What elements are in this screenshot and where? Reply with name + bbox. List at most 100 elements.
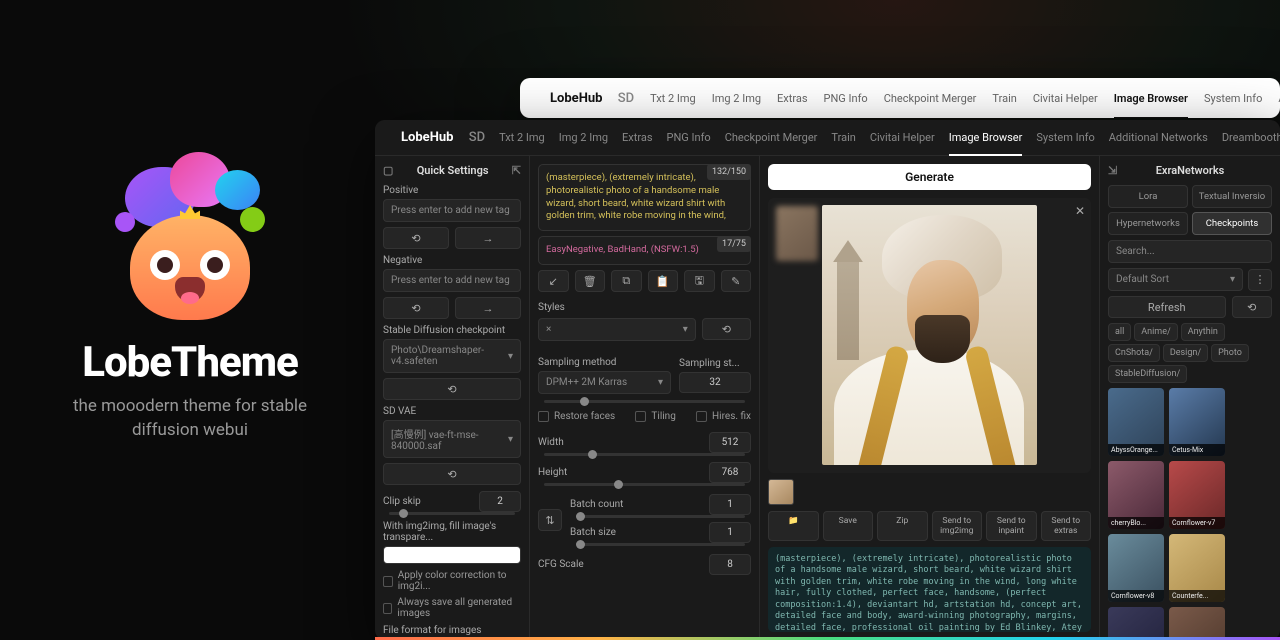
tab-checkpoint-merger[interactable]: Checkpoint Merger — [884, 92, 977, 105]
width-value[interactable]: 512 — [709, 432, 751, 453]
filter-chip[interactable]: all — [1108, 323, 1131, 341]
wand-icon[interactable]: ✎ — [721, 270, 752, 292]
tab-extras[interactable]: Extras — [777, 92, 807, 105]
positive-prompt[interactable]: 132/150 (masterpiece), (extremely intric… — [538, 164, 751, 231]
sampling-method-select[interactable]: DPM++ 2M Karras▾ — [538, 371, 671, 394]
send-extras-button[interactable]: Send to extras — [1041, 511, 1092, 541]
model-card[interactable]: Cornflower-v7 — [1169, 461, 1225, 529]
tab-dreambooth[interactable]: Dreambooth — [1222, 131, 1280, 144]
tab-img-2-img[interactable]: Img 2 Img — [712, 92, 761, 105]
extra-tab-hypernetworks[interactable]: Hypernetworks — [1108, 212, 1188, 235]
send-img2img-button[interactable]: Send to img2img — [932, 511, 983, 541]
tab-txt-2-img[interactable]: Txt 2 Img — [499, 131, 545, 144]
filter-chip[interactable]: Design/ — [1163, 344, 1208, 362]
search-input[interactable]: Search... — [1108, 240, 1272, 263]
width-slider[interactable] — [544, 453, 745, 456]
model-card[interactable]: Dosmix — [1108, 607, 1164, 640]
steps-slider[interactable] — [544, 400, 745, 403]
color-correction-check[interactable]: Apply color correction to img2i... — [383, 570, 521, 592]
sort-dir-icon[interactable]: ⋮ — [1248, 269, 1272, 291]
height-value[interactable]: 768 — [709, 462, 751, 483]
clipboard-icon[interactable]: 📋 — [648, 270, 679, 292]
filter-chip[interactable]: Anime/ — [1134, 323, 1177, 341]
fill-input[interactable] — [383, 546, 521, 564]
arrow-right-icon[interactable]: → — [455, 297, 521, 319]
shuffle-icon[interactable]: ⟲ — [383, 227, 449, 249]
height-slider[interactable] — [544, 483, 745, 486]
thumbnail[interactable] — [768, 479, 794, 505]
model-card[interactable]: cherryBlo... — [1108, 461, 1164, 529]
tab-img-2-img[interactable]: Img 2 Img — [559, 131, 608, 144]
hires-fix-check[interactable]: Hires. fix — [696, 411, 751, 422]
arrow-right-icon[interactable]: → — [455, 227, 521, 249]
vae-select[interactable]: [高慢例] vae-ft-mse-840000.saf▾ — [383, 420, 521, 458]
filter-chip[interactable]: Photo — [1211, 344, 1249, 362]
negative-prompt[interactable]: 17/75 EasyNegative, BadHand, (NSFW:1.5) — [538, 236, 751, 265]
batch-size-value[interactable]: 1 — [709, 522, 751, 543]
pin-icon[interactable]: ⇲ — [1108, 164, 1117, 177]
refresh-button[interactable]: Refresh — [1108, 296, 1226, 318]
tiling-check[interactable]: Tiling — [635, 411, 675, 422]
filter-chip[interactable]: StableDiffusion/ — [1108, 365, 1187, 383]
sampling-steps-value[interactable]: 32 — [679, 372, 751, 393]
shuffle-icon[interactable]: ⟲ — [383, 297, 449, 319]
generated-image[interactable] — [822, 205, 1037, 465]
model-card[interactable]: Cetus-Mix — [1169, 388, 1225, 456]
batch-size-slider[interactable] — [576, 543, 745, 546]
window-dark: LobeHub SD Txt 2 ImgImg 2 ImgExtrasPNG I… — [375, 120, 1280, 640]
extra-tab-textual inversio[interactable]: Textual Inversio — [1192, 185, 1272, 208]
model-card[interactable]: AbyssOrange... — [1108, 388, 1164, 456]
tab-image-browser[interactable]: Image Browser — [1114, 92, 1188, 119]
close-icon[interactable]: ✕ — [1075, 204, 1085, 218]
tab-train[interactable]: Train — [831, 131, 855, 144]
swap-icon[interactable]: ⇅ — [538, 509, 562, 531]
tab-civitai-helper[interactable]: Civitai Helper — [870, 131, 935, 144]
refresh-icon[interactable]: ⟲ — [1232, 296, 1273, 318]
copy-icon[interactable]: ⧉ — [611, 270, 642, 292]
restore-faces-check[interactable]: Restore faces — [538, 411, 615, 422]
pin-icon[interactable]: ⇱ — [512, 164, 521, 177]
arrow-in-icon[interactable]: ↙ — [538, 270, 569, 292]
clip-skip-slider[interactable] — [389, 512, 515, 515]
positive-label: Positive — [383, 185, 521, 196]
extra-tab-lora[interactable]: Lora — [1108, 185, 1188, 208]
batch-count-slider[interactable] — [576, 515, 745, 518]
tab-additional-networks[interactable]: Additional Networks — [1109, 131, 1208, 144]
refresh-icon[interactable]: ⟲ — [383, 463, 521, 485]
checkpoint-select[interactable]: Photo\Dreamshaper-v4.safeten▾ — [383, 339, 521, 373]
zip-button[interactable]: Zip — [877, 511, 928, 541]
tab-png-info[interactable]: PNG Info — [667, 131, 711, 144]
generate-button[interactable]: Generate — [768, 164, 1091, 190]
positive-input[interactable]: Press enter to add new tag — [383, 199, 521, 222]
tab-image-browser[interactable]: Image Browser — [949, 131, 1023, 156]
tab-png-info[interactable]: PNG Info — [824, 92, 868, 105]
save-button[interactable]: Save — [823, 511, 874, 541]
save-icon[interactable]: 🖫 — [684, 270, 715, 292]
model-card[interactable]: Evt_v3.0 — [1169, 607, 1225, 640]
batch-count-value[interactable]: 1 — [709, 494, 751, 515]
tab-civitai-helper[interactable]: Civitai Helper — [1033, 92, 1098, 105]
clip-skip-value[interactable]: 2 — [479, 491, 521, 512]
folder-icon[interactable]: 📁 — [768, 511, 819, 541]
tab-train[interactable]: Train — [992, 92, 1016, 105]
filter-chip[interactable]: CnShota/ — [1108, 344, 1160, 362]
collapse-icon[interactable]: ▢ — [383, 164, 393, 177]
tab-txt-2-img[interactable]: Txt 2 Img — [650, 92, 696, 105]
trash-icon[interactable]: 🗑 — [575, 270, 606, 292]
extra-tab-checkpoints[interactable]: Checkpoints — [1192, 212, 1272, 235]
model-card[interactable]: Cornflower-v8 — [1108, 534, 1164, 602]
tab-system-info[interactable]: System Info — [1204, 92, 1262, 105]
send-inpaint-button[interactable]: Send to inpaint — [986, 511, 1037, 541]
sort-select[interactable]: Default Sort▾ — [1108, 268, 1243, 291]
model-card[interactable]: Counterfe... — [1169, 534, 1225, 602]
tab-checkpoint-merger[interactable]: Checkpoint Merger — [725, 131, 818, 144]
cfg-value[interactable]: 8 — [709, 554, 751, 575]
refresh-icon[interactable]: ⟲ — [383, 378, 521, 400]
always-save-check[interactable]: Always save all generated images — [383, 597, 521, 619]
styles-select[interactable]: ×▾ — [538, 318, 696, 341]
tab-extras[interactable]: Extras — [622, 131, 652, 144]
refresh-icon[interactable]: ⟲ — [702, 318, 751, 340]
filter-chip[interactable]: Anythin — [1181, 323, 1225, 341]
negative-input[interactable]: Press enter to add new tag — [383, 269, 521, 292]
tab-system-info[interactable]: System Info — [1036, 131, 1094, 144]
